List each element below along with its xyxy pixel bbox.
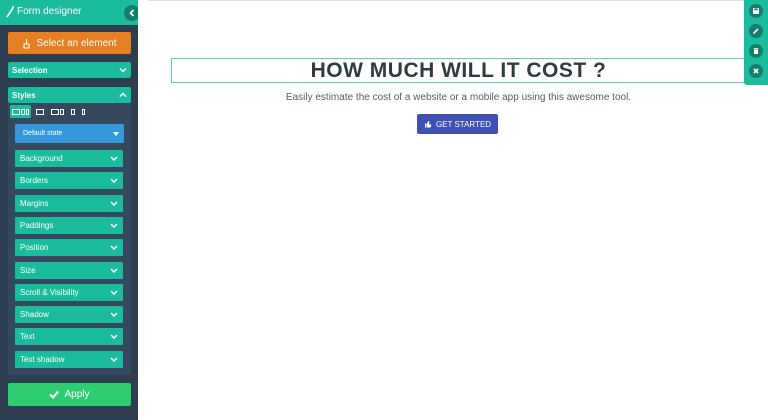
- chevron-down-icon: [110, 178, 118, 184]
- device-selector: [8, 104, 131, 119]
- save-button[interactable]: [749, 4, 763, 18]
- device-phone-button[interactable]: [80, 105, 87, 118]
- phone-icon: [82, 108, 85, 115]
- sidebar-title: Form designer: [17, 6, 82, 17]
- style-property-size[interactable]: Size: [15, 261, 123, 279]
- close-button[interactable]: [749, 64, 763, 78]
- style-property-label: Position: [20, 243, 49, 253]
- style-property-borders[interactable]: Borders: [15, 172, 123, 190]
- style-property-paddings[interactable]: Paddings: [15, 216, 123, 234]
- chevron-down-icon: [110, 201, 118, 206]
- style-property-label: Borders: [20, 176, 49, 186]
- page-subtitle: Easily estimate the cost of a website or…: [285, 92, 632, 103]
- styles-section-toggle[interactable]: Styles: [8, 87, 131, 103]
- canvas-top-border: [148, 0, 748, 1]
- chevron-down-icon: [110, 156, 118, 161]
- apply-button-label: Apply: [64, 389, 90, 400]
- style-property-shadow[interactable]: Shadow: [15, 306, 123, 324]
- style-property-label: Scroll & Visibility: [20, 287, 79, 297]
- style-property-label: Text: [20, 332, 35, 342]
- sidebar-header: Form designer: [0, 0, 146, 25]
- close-icon: [753, 68, 759, 74]
- chevron-down-icon: [110, 290, 118, 295]
- style-property-scroll-visibility[interactable]: Scroll & Visibility: [15, 283, 123, 301]
- wand-icon: [6, 6, 14, 18]
- chevron-down-icon: [119, 68, 127, 73]
- chevron-down-icon: [110, 245, 118, 251]
- chevron-down-icon: [110, 312, 118, 318]
- tablet-icon: [21, 108, 25, 115]
- edit-button[interactable]: [749, 24, 763, 38]
- pencil-icon: [752, 28, 759, 35]
- get-started-label: GET STARTED: [435, 119, 492, 129]
- get-started-button[interactable]: GET STARTED: [417, 114, 498, 134]
- desktop-icon: [51, 108, 59, 115]
- delete-button[interactable]: [749, 44, 763, 58]
- form-designer-sidebar: Selection Styles Default state Backgroun…: [0, 0, 138, 420]
- style-property-text[interactable]: Text: [15, 328, 123, 346]
- chevron-down-icon: [110, 334, 118, 340]
- thumbs-up-icon: [424, 121, 432, 128]
- style-property-background[interactable]: Background: [15, 150, 123, 167]
- pointer-icon: [23, 38, 31, 49]
- device-tablet-button[interactable]: [69, 105, 77, 118]
- device-desktop-tablet-button[interactable]: [49, 105, 66, 118]
- tablet-icon: [71, 108, 75, 115]
- chevron-up-icon: [119, 92, 127, 97]
- device-all-button[interactable]: [10, 105, 31, 118]
- caret-down-icon: [113, 132, 119, 136]
- style-property-label: Margins: [20, 198, 49, 208]
- styles-section-label: Styles: [12, 90, 36, 100]
- style-property-label: Paddings: [20, 220, 54, 230]
- select-element-button[interactable]: Select an element: [8, 32, 131, 54]
- tablet-icon: [60, 108, 64, 115]
- state-select-value: Default state: [23, 130, 63, 137]
- style-property-position[interactable]: Position: [15, 239, 123, 257]
- style-property-label: Background: [20, 154, 63, 163]
- style-property-label: Size: [20, 265, 36, 275]
- device-desktop-button[interactable]: [34, 105, 46, 118]
- chevron-left-icon: [129, 9, 135, 17]
- state-select[interactable]: Default state: [15, 124, 124, 143]
- style-property-text-shadow[interactable]: Text shadow: [15, 350, 123, 368]
- element-toolbar: [744, 0, 768, 85]
- check-icon: [49, 390, 60, 399]
- selection-section-label: Selection: [12, 65, 48, 75]
- chevron-down-icon: [110, 357, 118, 362]
- chevron-down-icon: [110, 268, 118, 273]
- save-icon: [753, 8, 759, 14]
- style-property-label: Shadow: [20, 310, 49, 320]
- page-headline: HOW MUCH WILL IT COST ?: [310, 58, 607, 82]
- apply-button[interactable]: Apply: [8, 383, 131, 406]
- chevron-down-icon: [110, 223, 118, 228]
- selected-element-outline[interactable]: HOW MUCH WILL IT COST ?: [171, 58, 746, 83]
- trash-icon: [753, 48, 759, 54]
- selection-section-toggle[interactable]: Selection: [8, 62, 131, 78]
- style-property-label: Text shadow: [20, 354, 65, 364]
- style-property-margins[interactable]: Margins: [15, 194, 123, 212]
- select-element-label: Select an element: [36, 37, 117, 49]
- desktop-icon: [36, 108, 44, 115]
- desktop-icon: [12, 108, 20, 115]
- phone-icon: [26, 108, 29, 115]
